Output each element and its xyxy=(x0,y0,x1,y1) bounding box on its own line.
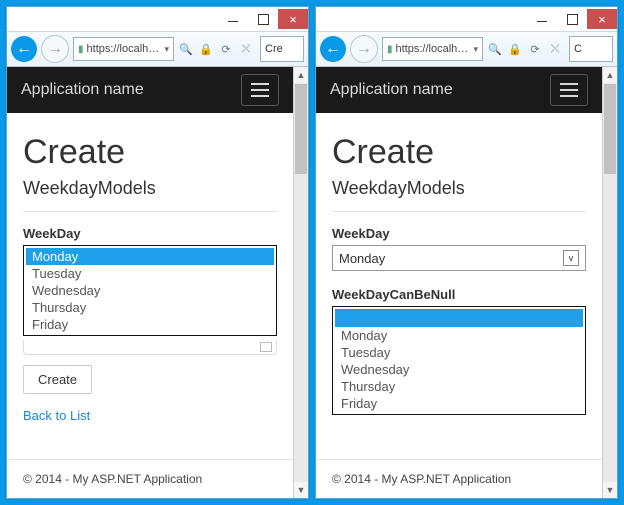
collapsed-select-ghost xyxy=(23,340,277,355)
scroll-up-icon[interactable]: ▲ xyxy=(603,67,617,83)
page-heading: Create xyxy=(332,133,586,172)
listbox-option[interactable]: Monday xyxy=(26,248,274,265)
browser-toolbar: ← → ▮ https://localh… ▾ 🔍 🔒 ⟳ ⤬ Cre xyxy=(7,32,308,67)
app-header: Application name xyxy=(7,67,293,113)
app-header: Application name xyxy=(316,67,602,113)
address-bar[interactable]: ▮ https://localh… ▾ xyxy=(382,37,483,61)
tab-label: C xyxy=(574,43,582,55)
forward-button[interactable]: → xyxy=(41,35,69,63)
page-footer: © 2014 - My ASP.NET Application xyxy=(7,459,293,498)
chevron-down-icon: v xyxy=(563,250,579,266)
address-dropdown-icon[interactable]: ▾ xyxy=(161,44,169,55)
refresh-icon[interactable]: ⟳ xyxy=(218,41,234,57)
https-lock-icon: ▮ xyxy=(387,44,393,55)
page-heading: Create xyxy=(23,133,277,172)
web-page: Application name Create WeekdayModels We… xyxy=(316,67,602,498)
minimize-button[interactable] xyxy=(527,9,557,29)
listbox-option[interactable]: Friday xyxy=(335,395,583,412)
browser-window-right: × ← → ▮ https://localh… ▾ 🔍 🔒 ⟳ ⤬ C Appl… xyxy=(315,6,618,499)
stop-icon[interactable]: ⤬ xyxy=(238,41,254,57)
scroll-track[interactable] xyxy=(294,175,308,482)
divider xyxy=(332,211,586,212)
address-bar[interactable]: ▮ https://localh… ▾ xyxy=(73,37,174,61)
viewport: Application name Create WeekdayModels We… xyxy=(316,67,617,498)
divider xyxy=(23,211,277,212)
page-subtitle: WeekdayModels xyxy=(23,178,277,199)
maximize-button[interactable] xyxy=(557,9,587,29)
back-button[interactable]: ← xyxy=(11,36,37,62)
page-footer: © 2014 - My ASP.NET Application xyxy=(316,459,602,498)
listbox-option[interactable]: Wednesday xyxy=(26,282,274,299)
scroll-track[interactable] xyxy=(603,175,617,482)
back-button[interactable]: ← xyxy=(320,36,346,62)
close-button[interactable]: × xyxy=(278,9,308,29)
create-button[interactable]: Create xyxy=(23,365,92,394)
desktop-canvas: × ← → ▮ https://localh… ▾ 🔍 🔒 ⟳ ⤬ Cre Ap… xyxy=(0,0,624,505)
weekday-nullable-listbox[interactable]: MondayTuesdayWednesdayThursdayFriday xyxy=(332,306,586,415)
maximize-button[interactable] xyxy=(248,9,278,29)
page-content: Create WeekdayModels WeekDay Monday v We… xyxy=(316,113,602,459)
url-text: https://localh… xyxy=(396,43,469,55)
app-name: Application name xyxy=(21,81,144,99)
back-to-list-link[interactable]: Back to List xyxy=(23,408,90,423)
weekday-nullable-label: WeekDayCanBeNull xyxy=(332,287,586,302)
forward-button[interactable]: → xyxy=(350,35,378,63)
search-icon[interactable]: 🔍 xyxy=(487,41,503,57)
listbox-option[interactable]: Tuesday xyxy=(26,265,274,282)
lock-icon: 🔒 xyxy=(198,41,214,57)
vertical-scrollbar[interactable]: ▲ ▼ xyxy=(602,67,617,498)
refresh-icon[interactable]: ⟳ xyxy=(527,41,543,57)
browser-window-left: × ← → ▮ https://localh… ▾ 🔍 🔒 ⟳ ⤬ Cre Ap… xyxy=(6,6,309,499)
tab-label: Cre xyxy=(265,43,283,55)
menu-icon[interactable] xyxy=(241,74,279,106)
close-button[interactable]: × xyxy=(587,9,617,29)
menu-icon[interactable] xyxy=(550,74,588,106)
url-text: https://localh… xyxy=(87,43,160,55)
weekday-label: WeekDay xyxy=(23,226,277,241)
scroll-up-icon[interactable]: ▲ xyxy=(294,67,308,83)
weekday-label: WeekDay xyxy=(332,226,586,241)
listbox-option[interactable]: Monday xyxy=(335,327,583,344)
window-titlebar: × xyxy=(316,7,617,32)
search-icon[interactable]: 🔍 xyxy=(178,41,194,57)
minimize-button[interactable] xyxy=(218,9,248,29)
weekday-dropdown[interactable]: Monday v xyxy=(332,245,586,271)
stop-icon[interactable]: ⤬ xyxy=(547,41,563,57)
listbox-option[interactable]: Tuesday xyxy=(335,344,583,361)
app-name: Application name xyxy=(330,81,453,99)
scroll-thumb[interactable] xyxy=(604,84,616,174)
weekday-listbox[interactable]: MondayTuesdayWednesdayThursdayFriday xyxy=(23,245,277,336)
viewport: Application name Create WeekdayModels We… xyxy=(7,67,308,498)
vertical-scrollbar[interactable]: ▲ ▼ xyxy=(293,67,308,498)
listbox-option[interactable]: Friday xyxy=(26,316,274,333)
dropdown-value: Monday xyxy=(339,251,385,266)
scroll-down-icon[interactable]: ▼ xyxy=(294,482,308,498)
listbox-option[interactable]: Thursday xyxy=(26,299,274,316)
browser-tab[interactable]: C xyxy=(569,36,613,62)
listbox-option[interactable]: Thursday xyxy=(335,378,583,395)
browser-toolbar: ← → ▮ https://localh… ▾ 🔍 🔒 ⟳ ⤬ C xyxy=(316,32,617,67)
web-page: Application name Create WeekdayModels We… xyxy=(7,67,293,498)
browser-tab[interactable]: Cre xyxy=(260,36,304,62)
listbox-option[interactable] xyxy=(335,309,583,327)
page-content: Create WeekdayModels WeekDay MondayTuesd… xyxy=(7,113,293,459)
page-subtitle: WeekdayModels xyxy=(332,178,586,199)
https-lock-icon: ▮ xyxy=(78,44,84,55)
address-dropdown-icon[interactable]: ▾ xyxy=(470,44,478,55)
scroll-down-icon[interactable]: ▼ xyxy=(603,482,617,498)
listbox-option[interactable]: Wednesday xyxy=(335,361,583,378)
lock-icon: 🔒 xyxy=(507,41,523,57)
window-titlebar: × xyxy=(7,7,308,32)
scroll-thumb[interactable] xyxy=(295,84,307,174)
